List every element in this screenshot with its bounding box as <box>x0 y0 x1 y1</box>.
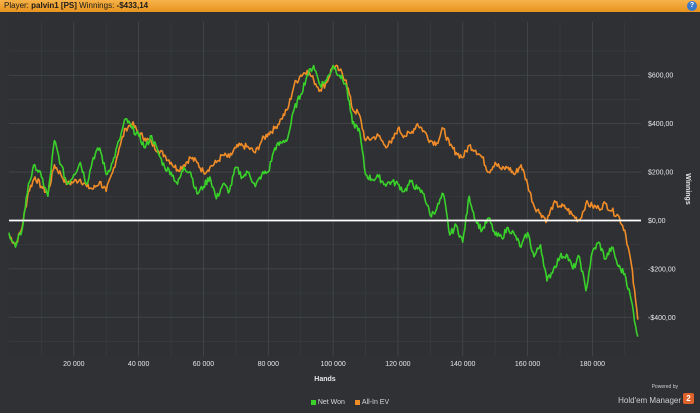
brand-name: Hold'em Manager <box>618 396 681 405</box>
y-tick-label: $400,00 <box>648 121 673 128</box>
x-axis-label: Hands <box>314 376 336 383</box>
legend-allin-ev-label: All-In EV <box>361 399 390 406</box>
brand-logo: Powered by Hold'em Manager 2 <box>618 384 694 408</box>
title-bar: Player: palvin1 [PS] Winnings: -$433,14 … <box>0 0 700 12</box>
y-axis-label: Winnings <box>684 173 691 205</box>
player-name: palvin1 [PS] <box>31 1 77 10</box>
x-tick-label: 140 000 <box>450 361 475 368</box>
winnings-label: Winnings: <box>79 1 115 10</box>
net-won-swatch <box>310 399 316 405</box>
chart-legend: Net Won All-In EV <box>0 399 700 406</box>
y-tick-label: $0,00 <box>648 218 666 225</box>
x-tick-label: 20 000 <box>63 361 85 368</box>
allin-ev-swatch <box>354 399 360 405</box>
x-tick-label: 60 000 <box>193 361 215 368</box>
x-tick-label: 80 000 <box>258 361 280 368</box>
powered-by-text: Powered by <box>651 384 678 390</box>
version-badge: 2 <box>683 393 694 405</box>
x-tick-label: 100 000 <box>320 361 345 368</box>
y-tick-label: $200,00 <box>648 170 673 177</box>
help-icon[interactable]: ? <box>687 1 697 11</box>
plot-area <box>9 22 641 356</box>
winnings-value: -$433,14 <box>116 1 149 10</box>
x-tick-label: 40 000 <box>128 361 150 368</box>
legend-net-won[interactable]: Net Won <box>310 399 347 406</box>
holdem-manager-graph-window: Player: palvin1 [PS] Winnings: -$433,14 … <box>0 0 700 413</box>
legend-net-won-label: Net Won <box>317 399 345 406</box>
x-tick-label: 180 000 <box>580 361 605 368</box>
x-tick-label: 120 000 <box>385 361 410 368</box>
x-tick-label: 160 000 <box>515 361 540 368</box>
y-tick-label: -$400,00 <box>648 315 676 322</box>
y-tick-label: -$200,00 <box>648 266 676 273</box>
legend-allin-ev[interactable]: All-In EV <box>354 399 390 406</box>
player-label: Player: <box>4 1 29 10</box>
winnings-chart: 20 000 40 000 60 000 80 000 100 000 120 000 14… <box>8 22 691 383</box>
y-tick-label: $600,00 <box>648 73 673 80</box>
